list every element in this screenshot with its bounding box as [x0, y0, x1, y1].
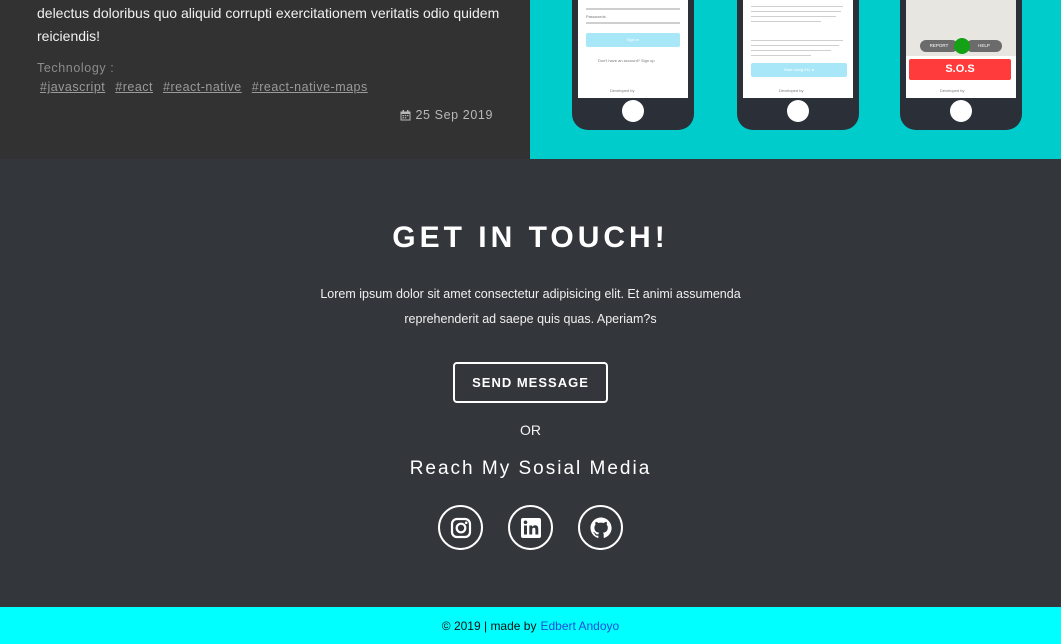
- date-text: 25 Sep 2019: [415, 108, 493, 122]
- text-line: [751, 21, 821, 22]
- developed-by-label: Developed by: [610, 88, 635, 93]
- home-button-icon: [787, 100, 809, 122]
- linkedin-link[interactable]: [508, 505, 553, 550]
- sos-button: S.O.S: [909, 59, 1011, 80]
- contact-description: Lorem ipsum dolor sit amet consectetur a…: [320, 287, 741, 326]
- phone-screen-map: REPORT HELP S.O.S Developed by: [906, 0, 1016, 98]
- calendar-icon: [400, 109, 410, 120]
- developed-by-label: Developed by: [779, 88, 804, 93]
- input-line: [586, 8, 680, 10]
- tag-react-native-maps[interactable]: #react-native-maps: [252, 80, 368, 94]
- text-line: [751, 40, 843, 41]
- text-line: [751, 55, 811, 56]
- technology-label: Technology :: [37, 61, 115, 75]
- github-link[interactable]: [578, 505, 623, 550]
- instagram-icon: [450, 517, 471, 538]
- help-pill: HELP: [966, 40, 1002, 52]
- phone-mockup-info: Start using 911 ● Developed by: [737, 0, 859, 130]
- start-using-button: Start using 911 ●: [751, 63, 847, 77]
- phone-screen-login: Passwords Sign in Don't have an account?…: [578, 0, 688, 98]
- project-card: delectus doloribus quo aliquid corrupti …: [0, 0, 1061, 159]
- phone-mockup-map: REPORT HELP S.O.S Developed by: [900, 0, 1022, 130]
- send-message-button[interactable]: SEND MESSAGE: [453, 362, 608, 403]
- contact-title: GET IN TOUCH!: [392, 221, 669, 254]
- text-line: [751, 45, 839, 46]
- instagram-link[interactable]: [438, 505, 483, 550]
- signup-prompt: Don't have an account? Sign up: [598, 58, 655, 63]
- copyright-text: © 2019 | made by: [441, 618, 537, 633]
- password-label: Passwords: [586, 14, 606, 19]
- input-line: [586, 22, 680, 24]
- text-line: [751, 11, 841, 12]
- text-line: [751, 50, 831, 51]
- footer: © 2019 | made by Edbert Andoyo: [0, 607, 1061, 644]
- project-date: 25 Sep 2019: [400, 108, 494, 122]
- project-description: delectus doloribus quo aliquid corrupti …: [37, 5, 500, 44]
- project-text-panel: delectus doloribus quo aliquid corrupti …: [0, 0, 530, 159]
- report-pill: REPORT: [920, 40, 958, 52]
- reach-social-title: Reach My Sosial Media: [409, 458, 652, 479]
- contact-section: GET IN TOUCH! Lorem ipsum dolor sit amet…: [0, 159, 1061, 607]
- home-button-icon: [950, 100, 972, 122]
- linkedin-icon: [520, 517, 541, 538]
- social-links: [438, 505, 623, 550]
- project-preview-image[interactable]: Passwords Sign in Don't have an account?…: [530, 0, 1061, 159]
- home-button-icon: [622, 100, 644, 122]
- tag-react-native[interactable]: #react-native: [163, 80, 242, 94]
- tag-list: #javascript #react #react-native #react-…: [40, 80, 368, 94]
- phone-call-icon: [954, 38, 970, 54]
- text-line: [751, 16, 836, 17]
- sign-in-button: Sign in: [586, 33, 680, 47]
- tag-react[interactable]: #react: [115, 80, 153, 94]
- phone-mockup-login: Passwords Sign in Don't have an account?…: [572, 0, 694, 130]
- tag-javascript[interactable]: #javascript: [40, 80, 105, 94]
- phone-screen-info: Start using 911 ● Developed by: [743, 0, 853, 98]
- author-link[interactable]: Edbert Andoyo: [540, 619, 619, 633]
- github-icon: [590, 517, 612, 538]
- or-separator: OR: [520, 422, 541, 438]
- developed-by-label: Developed by: [940, 88, 965, 93]
- text-line: [751, 6, 843, 7]
